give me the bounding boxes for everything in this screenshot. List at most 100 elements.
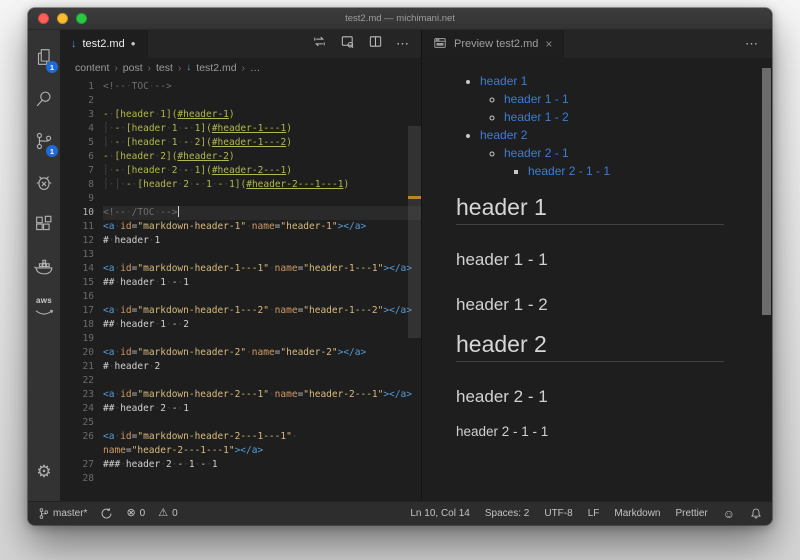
eol-status[interactable]: LF: [588, 508, 600, 519]
line-text: #·header·2: [103, 361, 161, 372]
toc-link[interactable]: header 2: [480, 128, 527, 142]
code-line-wrap[interactable]: name="header-2---1---1"></a>: [60, 444, 421, 458]
breadcrumb-item-test2md[interactable]: test2.md: [196, 62, 236, 74]
code-line-9[interactable]: 9: [60, 192, 421, 206]
split-editor-icon[interactable]: [368, 34, 383, 54]
search-icon[interactable]: [28, 78, 60, 120]
line-number: 14: [82, 263, 94, 274]
code-line-21[interactable]: 21 #·header·2: [60, 360, 421, 374]
minimize-window-button[interactable]: [57, 13, 68, 24]
code-line-5[interactable]: 5 │·-·[header·1·-·2](#header-1---2): [60, 136, 421, 150]
docker-icon[interactable]: [28, 246, 60, 288]
editor-scrollbar[interactable]: [408, 126, 421, 338]
line-text: -·[header·1](#header-1): [103, 109, 235, 120]
code-editor[interactable]: 1 <!--·TOC·--> 2 3 -·[header·1](#header-1) 4 │…: [60, 78, 421, 501]
line-text: │·-·[header·1·-·2](#header-1---2): [103, 137, 292, 148]
code-line-15[interactable]: 15 ##·header·1·-·1: [60, 276, 421, 290]
line-number: 8: [88, 179, 94, 190]
text-cursor: [178, 206, 180, 217]
line-text: ###·header·2·-·1·-·1: [103, 459, 218, 470]
code-line-11[interactable]: 11 <a·id="markdown-header-1"·name="header…: [60, 220, 421, 234]
code-line-14[interactable]: 14 <a·id="markdown-header-1---1"·name="he…: [60, 262, 421, 276]
toc-link[interactable]: header 1 - 2: [504, 110, 569, 124]
toc-link[interactable]: header 1: [480, 74, 527, 88]
line-number: 9: [88, 193, 94, 204]
line-number: 2: [88, 95, 94, 106]
code-line-22[interactable]: 22: [60, 374, 421, 388]
code-line-19[interactable]: 19: [60, 332, 421, 346]
status-bar: master* ⊗ 0 ⚠ 0 Ln 10, Col 14 Spaces: 2 UT…: [28, 501, 772, 525]
feedback-smiley-icon[interactable]: ☺: [723, 508, 735, 520]
code-line-27[interactable]: 27 ###·header·2·-·1·-·1: [60, 458, 421, 472]
breadcrumb-item-post[interactable]: post: [123, 62, 143, 74]
extensions-icon[interactable]: [28, 204, 60, 246]
open-changes-icon[interactable]: [312, 34, 327, 54]
close-preview-tab-icon[interactable]: ×: [545, 37, 552, 51]
notifications-bell-icon[interactable]: [750, 507, 762, 520]
code-line-28[interactable]: 28: [60, 472, 421, 486]
errors-status[interactable]: ⊗ 0: [126, 507, 145, 520]
debug-icon[interactable]: [28, 162, 60, 204]
language-mode-status[interactable]: Markdown: [614, 508, 660, 519]
toc-link[interactable]: header 2 - 1: [504, 146, 569, 160]
code-line-4[interactable]: 4 │·-·[header·1·-·1](#header-1---1): [60, 122, 421, 136]
code-line-24[interactable]: 24 ##·header·2·-·1: [60, 402, 421, 416]
editor-more-actions-icon[interactable]: ⋯: [396, 36, 410, 52]
breadcrumb-separator: ›: [241, 62, 245, 74]
indentation-status[interactable]: Spaces: 2: [485, 508, 529, 519]
line-text: #·header·1: [103, 235, 161, 246]
code-line-25[interactable]: 25: [60, 416, 421, 430]
explorer-icon[interactable]: 1: [28, 36, 60, 78]
breadcrumb-item-content[interactable]: content: [75, 62, 109, 74]
code-line-13[interactable]: 13: [60, 248, 421, 262]
preview-scrollbar[interactable]: [762, 68, 771, 315]
code-line-10[interactable]: 10 <!--·/TOC·-->: [60, 206, 421, 220]
code-line-6[interactable]: 6 -·[header·2](#header-2): [60, 150, 421, 164]
close-window-button[interactable]: [38, 13, 49, 24]
preview-heading-h2: header 1 - 1: [456, 250, 548, 269]
code-line-17[interactable]: 17 <a·id="markdown-header-1---2"·name="he…: [60, 304, 421, 318]
line-number: 21: [82, 361, 94, 372]
line-text: [103, 374, 421, 388]
code-line-23[interactable]: 23 <a·id="markdown-header-2---1"·name="he…: [60, 388, 421, 402]
aws-icon[interactable]: aws: [28, 288, 60, 330]
breadcrumb-item-[interactable]: …: [250, 62, 261, 74]
preview-tab-label: Preview test2.md: [454, 38, 539, 50]
line-text: <!--·TOC·-->: [103, 81, 172, 92]
code-line-1[interactable]: 1 <!--·TOC·-->: [60, 80, 421, 94]
warnings-status[interactable]: ⚠ 0: [158, 508, 177, 520]
breadcrumb-item-test[interactable]: test: [156, 62, 173, 74]
formatter-status[interactable]: Prettier: [676, 508, 708, 519]
editor-tab-bar: ↓ test2.md ● ⋯: [60, 30, 421, 58]
line-text: │·│·-·[header·2·-·1·-·1](#header-2---1--…: [103, 179, 350, 190]
preview-more-actions-icon[interactable]: ⋯: [745, 36, 772, 52]
toc-link[interactable]: header 1 - 1: [504, 92, 569, 106]
line-text: [103, 248, 421, 262]
open-preview-side-icon[interactable]: [340, 34, 355, 54]
encoding-status[interactable]: UTF-8: [544, 508, 572, 519]
zoom-window-button[interactable]: [76, 13, 87, 24]
cursor-position-status[interactable]: Ln 10, Col 14: [410, 508, 470, 519]
git-branch-status[interactable]: master*: [38, 507, 87, 520]
toc-link[interactable]: header 2 - 1 - 1: [528, 164, 610, 178]
code-line-7[interactable]: 7 │·-·[header·2·-·1](#header-2---1): [60, 164, 421, 178]
line-text: ##·header·1·-·1: [103, 277, 189, 288]
title-bar: test2.md — michimani.net: [28, 8, 772, 30]
code-line-16[interactable]: 16: [60, 290, 421, 304]
code-line-26[interactable]: 26 <a·id="markdown-header-2---1---1"·: [60, 430, 421, 444]
settings-gear-icon[interactable]: ⚙: [28, 451, 60, 493]
code-line-20[interactable]: 20 <a·id="markdown-header-2"·name="header…: [60, 346, 421, 360]
code-line-18[interactable]: 18 ##·header·1·-·2: [60, 318, 421, 332]
tab-test2md[interactable]: ↓ test2.md ●: [60, 30, 148, 58]
sync-changes-icon[interactable]: [100, 507, 113, 520]
code-line-12[interactable]: 12 #·header·1: [60, 234, 421, 248]
code-line-2[interactable]: 2: [60, 94, 421, 108]
code-line-8[interactable]: 8 │·│·-·[header·2·-·1·-·1](#header-2---1-…: [60, 178, 421, 192]
error-icon: ⊗: [126, 507, 136, 519]
line-number: 1: [88, 81, 94, 92]
line-number: 11: [82, 221, 94, 232]
tab-preview-test2md[interactable]: Preview test2.md ×: [422, 30, 565, 58]
source-control-icon[interactable]: 1: [28, 120, 60, 162]
line-number: 16: [82, 291, 94, 302]
code-line-3[interactable]: 3 -·[header·1](#header-1): [60, 108, 421, 122]
